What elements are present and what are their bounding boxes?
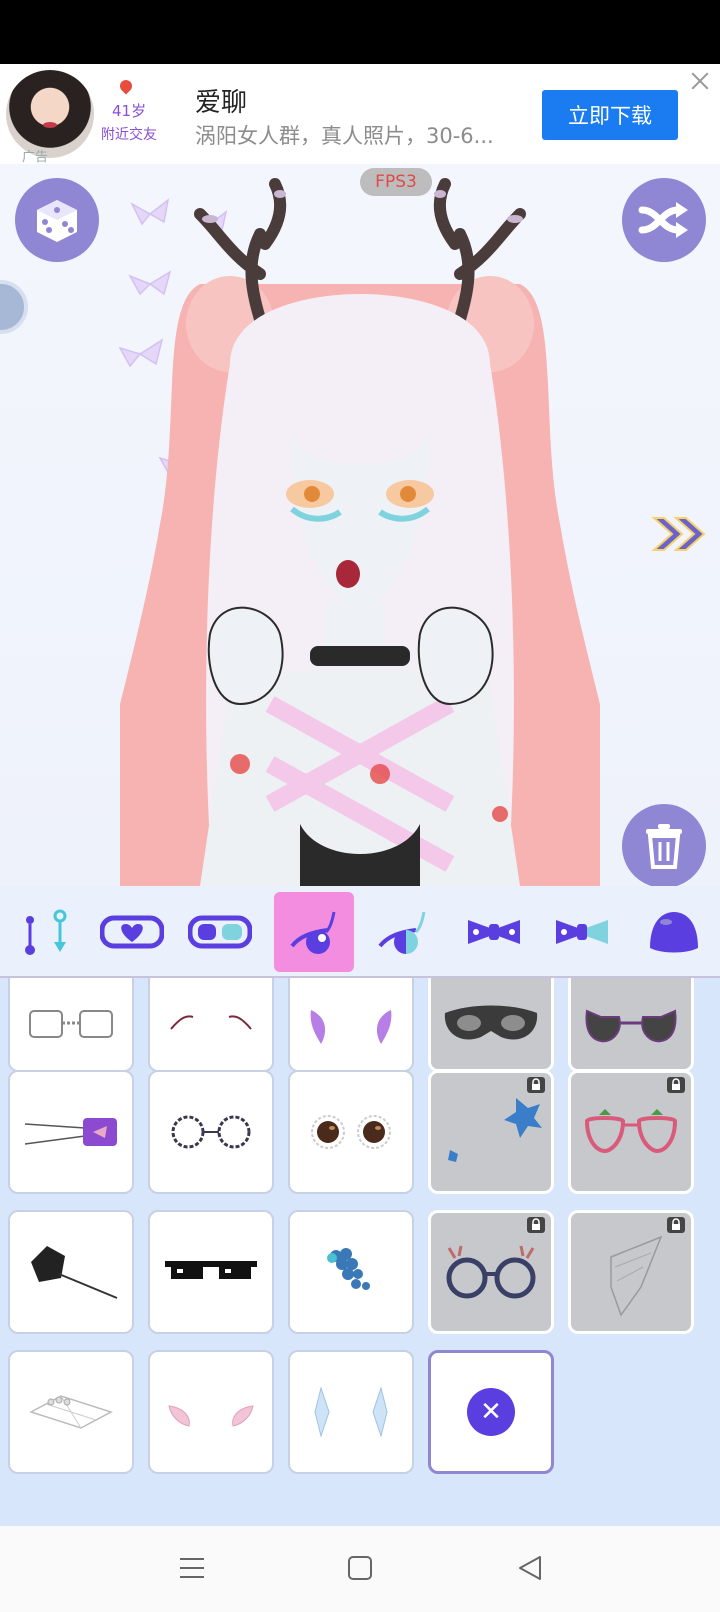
home-square-icon	[348, 1556, 372, 1580]
trash-button[interactable]	[622, 804, 706, 886]
remove-icon: ✕	[467, 1388, 515, 1436]
shuffle-button[interactable]	[622, 178, 706, 262]
menu-nav-button[interactable]	[170, 1546, 214, 1590]
item-round-sunglasses[interactable]	[288, 1070, 414, 1194]
close-icon[interactable]	[689, 70, 711, 92]
ad-banner[interactable]: 广告 41岁 附近交友 爱聊 涡阳女人群，真人照片，30-6... 立即下载	[0, 64, 720, 165]
bow-alt-icon	[556, 920, 608, 944]
tab-bow[interactable]	[454, 892, 534, 972]
ad-download-button[interactable]: 立即下载	[542, 90, 678, 140]
ad-description[interactable]: 涡阳女人群，真人照片，30-6...	[195, 120, 494, 150]
character-preview: FPS3	[0, 164, 720, 886]
mask-heart-icon	[100, 915, 164, 949]
tab-hat[interactable]	[634, 892, 714, 972]
next-arrows-icon[interactable]	[650, 514, 710, 554]
menu-icon	[180, 1558, 204, 1578]
berry-cluster-icon	[327, 1248, 370, 1290]
lace-face-icon	[29, 1395, 113, 1429]
item-berry-cluster[interactable]	[288, 1210, 414, 1334]
tab-earring[interactable]	[8, 892, 88, 972]
status-bar	[0, 0, 720, 64]
home-nav-button[interactable]	[338, 1546, 382, 1590]
item-lace-veil[interactable]	[568, 1210, 694, 1334]
back-nav-button[interactable]	[508, 1546, 552, 1590]
strawberry-glasses-icon	[584, 1109, 678, 1154]
character-illustration	[120, 178, 600, 886]
thorn-glasses-icon	[171, 1115, 251, 1149]
item-antler-glasses[interactable]	[428, 1210, 554, 1334]
random-dice-button[interactable]	[15, 178, 99, 262]
item-brow-lines[interactable]	[148, 978, 274, 1072]
antler-glasses-icon	[446, 1245, 536, 1299]
spiderweb-eyepatch-icon	[31, 1246, 118, 1299]
item-remove[interactable]: ✕	[428, 1350, 554, 1474]
item-purple-eyepatch[interactable]	[8, 1070, 134, 1194]
face-accessory-icon	[290, 911, 336, 954]
tab-face-accessory-alt[interactable]	[362, 892, 442, 972]
back-triangle-icon	[519, 1556, 541, 1580]
navigation-bar	[0, 1526, 720, 1612]
item-thorn-glasses[interactable]	[148, 1070, 274, 1194]
side-tab-handle[interactable]	[0, 280, 28, 334]
item-pink-lace[interactable]	[148, 1350, 274, 1474]
ad-avatar[interactable]	[6, 70, 94, 158]
category-tab-bar	[0, 886, 720, 978]
square-glasses-icon	[29, 1010, 113, 1038]
ice-crystal-icon	[314, 1386, 388, 1438]
lock-icon	[527, 1077, 545, 1093]
item-blue-leaf[interactable]	[428, 1070, 554, 1194]
item-ice-crystal[interactable]	[288, 1350, 414, 1474]
item-dark-mask[interactable]	[428, 978, 554, 1072]
cat-glasses-icon	[585, 1009, 677, 1043]
tab-face-accessory[interactable]	[274, 892, 354, 972]
item-purple-shells[interactable]	[288, 978, 414, 1072]
bow-icon	[468, 920, 520, 944]
item-pixel-sunglasses[interactable]	[148, 1210, 274, 1334]
purple-eyepatch-icon	[24, 1118, 117, 1146]
pink-lace-icon	[168, 1405, 254, 1427]
purple-shells-icon	[310, 1010, 392, 1044]
item-square-glasses[interactable]	[8, 978, 134, 1072]
item-spiderweb-eyepatch[interactable]	[8, 1210, 134, 1334]
earring-icon	[25, 909, 67, 955]
tab-mask-heart[interactable]	[92, 892, 172, 972]
mask-half-icon	[188, 915, 252, 949]
location-pin-icon	[117, 77, 135, 95]
ad-title[interactable]: 爱聊	[195, 82, 247, 119]
shuffle-icon	[638, 202, 688, 238]
dice-icon	[37, 200, 77, 242]
hat-icon	[650, 912, 698, 953]
trash-icon	[646, 824, 682, 869]
round-sunglasses-icon	[311, 1115, 391, 1149]
item-lace-face[interactable]	[8, 1350, 134, 1474]
item-cat-glasses[interactable]	[568, 978, 694, 1072]
tab-mask-half[interactable]	[180, 892, 260, 972]
pixel-sunglasses-icon	[165, 1261, 257, 1279]
brow-lines-icon	[170, 1015, 252, 1030]
dark-mask-icon	[444, 1005, 538, 1040]
ad-age: 41岁	[112, 102, 147, 120]
item-strawberry-glasses[interactable]	[568, 1070, 694, 1194]
lock-icon	[667, 1077, 685, 1093]
blue-leaf-icon	[448, 1098, 542, 1162]
lock-icon	[527, 1217, 545, 1233]
item-grid: ✕	[0, 978, 720, 1526]
ad-nearby: 附近交友	[101, 127, 157, 143]
face-accessory-alt-icon	[378, 911, 426, 954]
lock-icon	[667, 1217, 685, 1233]
lace-veil-icon	[610, 1235, 663, 1317]
screen: 广告 41岁 附近交友 爱聊 涡阳女人群，真人照片，30-6... 立即下载 F…	[0, 0, 720, 1612]
ad-label: 广告	[22, 150, 49, 165]
tab-bow-alt[interactable]	[542, 892, 622, 972]
